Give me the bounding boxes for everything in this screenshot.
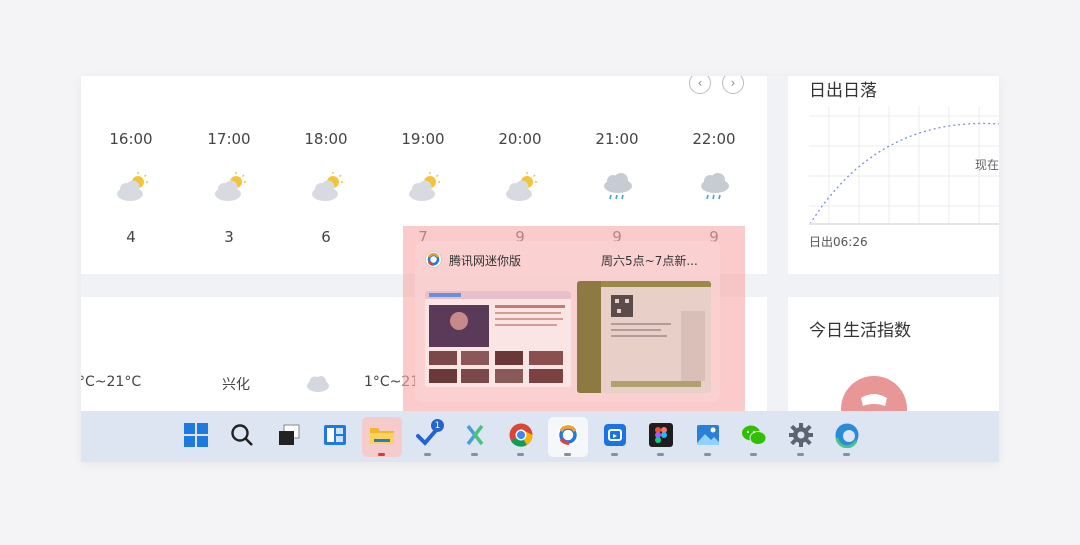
preview-window-title-1: 腾讯网迷你版 <box>449 254 522 268</box>
partly-cloudy-icon <box>213 172 247 202</box>
hour-temp: 3 <box>224 228 234 246</box>
edge-button[interactable] <box>827 417 867 457</box>
widgets-icon <box>322 422 348 452</box>
tencent-news-button[interactable] <box>548 417 588 457</box>
todo-button[interactable]: 1 <box>408 417 448 457</box>
task-view-icon <box>276 422 302 452</box>
chrome-button[interactable] <box>501 417 541 457</box>
notification-badge: 1 <box>431 419 444 432</box>
widgets-button[interactable] <box>315 417 355 457</box>
sunrise-time: 日出06:26 <box>809 235 868 249</box>
running-indicator <box>564 453 571 456</box>
partly-cloudy-icon <box>504 172 538 202</box>
taskbar: 1 <box>81 411 999 462</box>
thumbnail-chat-graphic <box>577 281 711 393</box>
chrome-icon <box>508 422 534 452</box>
bilibili-icon <box>602 422 628 452</box>
running-indicator <box>424 453 431 456</box>
hour-temp: 4 <box>126 228 136 246</box>
start-button[interactable] <box>176 417 216 457</box>
rain-cloud-icon <box>698 172 732 202</box>
hour-column: 17:00 3 <box>199 76 259 274</box>
file-explorer-button[interactable] <box>362 417 402 457</box>
search-icon <box>229 422 255 452</box>
hour-time: 17:00 <box>207 130 251 148</box>
cloud-icon <box>307 376 329 392</box>
figma-button[interactable] <box>641 417 681 457</box>
photos-icon <box>695 422 721 452</box>
figma-icon <box>648 422 674 452</box>
hour-column: 16:00 4 <box>101 76 161 274</box>
hour-time: 16:00 <box>109 130 153 148</box>
hour-temp: 6 <box>321 228 331 246</box>
task-view-button[interactable] <box>269 417 309 457</box>
windows-logo-icon <box>183 422 209 452</box>
preview-thumbnail-2[interactable] <box>577 281 711 393</box>
tencent-news-icon <box>425 251 442 268</box>
preview-window-title-2: 周六5点~7点新... <box>601 254 698 268</box>
taskbar-preview-popup: 腾讯网迷你版 周六5点~7点新... <box>415 241 720 402</box>
search-button[interactable] <box>222 417 262 457</box>
screenshot-frame: ‹ › 16:00417:00318:00619:00720:00921:009… <box>81 76 999 462</box>
hour-time: 22:00 <box>692 130 736 148</box>
tencent-news-icon <box>555 422 581 452</box>
thumbnail-browser-graphic <box>425 291 571 383</box>
running-indicator <box>843 453 850 456</box>
running-indicator <box>704 453 711 456</box>
running-indicator <box>750 453 757 456</box>
partly-cloudy-icon <box>407 172 441 202</box>
rain-cloud-icon <box>601 172 635 202</box>
edge-icon <box>834 422 860 452</box>
sunrise-sunset-card: 日出日落 现在 日出06:26 <box>788 76 999 274</box>
running-indicator <box>517 453 524 456</box>
settings-button[interactable] <box>781 417 821 457</box>
hour-time: 21:00 <box>595 130 639 148</box>
running-indicator <box>378 453 385 456</box>
wechat-icon <box>740 422 768 452</box>
folder-icon <box>368 422 396 452</box>
preview-thumbnail-1[interactable] <box>425 291 571 387</box>
bilibili-button[interactable] <box>595 417 635 457</box>
gear-icon <box>788 422 814 452</box>
running-indicator <box>611 453 618 456</box>
running-indicator <box>657 453 664 456</box>
life-index-title: 今日生活指数 <box>809 321 911 341</box>
daily-city: 兴化 <box>222 377 250 393</box>
hour-time: 20:00 <box>498 130 542 148</box>
xmind-icon <box>462 422 488 452</box>
hour-time: 19:00 <box>401 130 445 148</box>
photos-button[interactable] <box>688 417 728 457</box>
running-indicator <box>797 453 804 456</box>
partly-cloudy-icon <box>310 172 344 202</box>
hour-column: 18:00 6 <box>296 76 356 274</box>
wechat-button[interactable] <box>734 417 774 457</box>
partly-cloudy-icon <box>115 172 149 202</box>
daily-temp-range: °C~21°C <box>81 374 142 390</box>
running-indicator <box>471 453 478 456</box>
sun-now-label: 现在 <box>975 158 999 172</box>
xmind-button[interactable] <box>455 417 495 457</box>
hour-time: 18:00 <box>304 130 348 148</box>
